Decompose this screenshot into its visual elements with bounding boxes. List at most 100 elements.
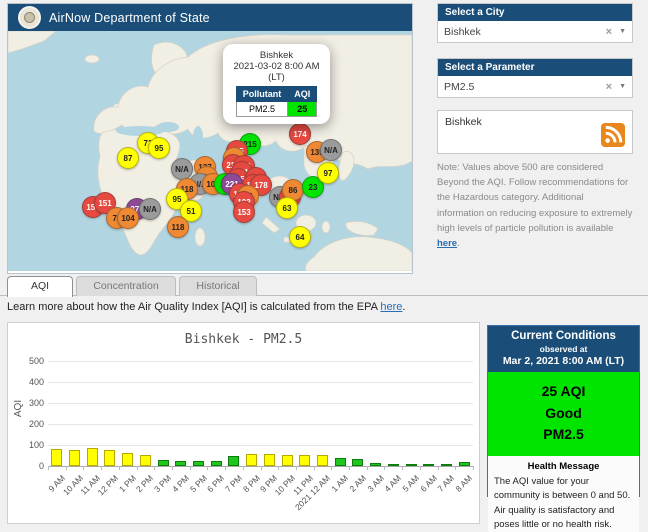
chart-x-tick [261,466,262,470]
chart-x-tick-label: 6 PM [205,473,226,494]
parameter-select[interactable]: PM2.5 × ▼ [438,76,632,97]
city-select-value: Bishkek [444,26,606,38]
chart-bar [69,450,80,466]
chart-bar [175,461,186,466]
chart-x-tick-label: 4 PM [170,473,191,494]
chart-title: Bishkek - PM2.5 [8,332,479,347]
chart-x-tick [119,466,120,470]
clear-city-icon[interactable]: × [606,26,612,38]
tab-aqi[interactable]: AQI [7,276,73,297]
chart-gridline [48,445,473,446]
chart-x-tick-label: 8 AM [453,473,474,494]
chart-gridline [48,382,473,383]
airnow-page: AirNow Department of State [0,0,648,500]
chart-x-tick [402,466,403,470]
note-text: Note: Values above 500 are considered Be… [437,162,632,234]
tab-historical[interactable]: Historical [179,276,257,296]
aqi-category: Good [488,403,639,425]
aqi-note: Note: Values above 500 are considered Be… [437,160,633,251]
chart-gridline [48,361,473,362]
dos-seal-icon [18,6,41,29]
feed-city-label: Bishkek [445,116,482,128]
aqi-value-section: 25 AQI Good PM2.5 [488,372,639,456]
chart-x-tick-label: 6 AM [418,473,439,494]
chart-bar [264,454,275,466]
parameter-select-value: PM2.5 [444,81,606,93]
map-marker[interactable]: N/A [171,158,193,180]
chart-x-tick-label: 2 AM [347,473,368,494]
map-marker[interactable]: 63 [276,197,298,219]
chart-bar [104,450,115,466]
map-marker[interactable]: 64 [289,226,311,248]
chart-bar [423,464,434,466]
chart-x-tick-label: 3 PM [152,473,173,494]
chart-y-tick-label: 300 [14,398,44,408]
chart-x-tick [101,466,102,470]
chart-x-tick-label: 8 PM [241,473,262,494]
aqi-chart: Bishkek - PM2.5 AQI 01002003004005009 AM… [7,322,480,524]
map-marker[interactable]: 153 [233,201,255,223]
chart-bar [459,462,470,466]
chart-bar [246,454,257,466]
chart-x-tick [349,466,350,470]
popup-city: Bishkek [228,50,325,61]
popup-aqi-header: AQI [288,87,317,102]
chart-x-tick [384,466,385,470]
note-suffix: . [457,238,460,249]
map-marker[interactable]: 87 [117,147,139,169]
chart-y-tick-label: 200 [14,419,44,429]
chevron-down-icon[interactable]: ▼ [619,28,626,35]
health-message-text: The AQI value for your community is betw… [488,475,639,532]
map-marker[interactable]: 95 [148,137,170,159]
popup-pollutant-value: PM2.5 [236,102,288,117]
chart-bar [228,456,239,466]
rss-icon[interactable] [601,123,625,147]
map-marker[interactable]: 97 [317,162,339,184]
chart-y-tick-label: 100 [14,440,44,450]
chart-x-tick [190,466,191,470]
health-message-title: Health Message [488,461,639,472]
chart-x-tick-label: 5 PM [187,473,208,494]
map-popup: Bishkek 2021-03-02 8:00 AM (LT) Pollutan… [223,44,330,124]
world-map[interactable]: 739587N/A13789N/A10323118955111815515127… [8,31,412,271]
note-here-link[interactable]: here [437,238,457,249]
popup-pollutant-header: Pollutant [236,87,288,102]
chart-bar [299,455,310,466]
map-marker[interactable]: N/A [320,139,342,161]
learn-more-here-link[interactable]: here [380,301,402,313]
chart-x-tick [66,466,67,470]
map-marker[interactable]: 174 [289,123,311,145]
map-marker[interactable]: N/A [139,198,161,220]
current-conditions-header: Current Conditions observed at Mar 2, 20… [488,326,639,372]
chart-x-tick [207,466,208,470]
chart-x-tick-label: 1 AM [329,473,350,494]
tab-concentration[interactable]: Concentration [76,276,176,296]
chart-x-tick [48,466,49,470]
health-message-section: Health Message The AQI value for your co… [488,456,639,532]
map-marker[interactable]: 104 [117,207,139,229]
map-marker[interactable]: 118 [167,216,189,238]
chart-y-tick-label: 0 [14,461,44,471]
aqi-pollutant: PM2.5 [488,424,639,446]
clear-parameter-icon[interactable]: × [606,81,612,93]
popup-table: Pollutant AQI PM2.5 25 [236,86,318,117]
chart-x-tick [83,466,84,470]
parameter-select-panel: Select a Parameter PM2.5 × ▼ [437,58,633,98]
observed-datetime: Mar 2, 2021 8:00 AM (LT) [490,355,637,367]
chart-x-tick-label: 3 AM [365,473,386,494]
chart-x-tick [438,466,439,470]
chart-x-tick [420,466,421,470]
chart-gridline [48,403,473,404]
city-select-label: Select a City [438,4,632,21]
map-tiles [8,31,412,271]
chart-x-tick-label: 4 AM [383,473,404,494]
chart-x-tick [225,466,226,470]
chart-bar [317,455,328,466]
city-select[interactable]: Bishkek × ▼ [438,21,632,42]
observed-at-label: observed at [490,344,637,354]
chart-bar [158,460,169,466]
chart-bar [370,463,381,466]
current-conditions-panel: Current Conditions observed at Mar 2, 20… [487,325,640,497]
chevron-down-icon[interactable]: ▼ [619,83,626,90]
chart-gridline [48,424,473,425]
